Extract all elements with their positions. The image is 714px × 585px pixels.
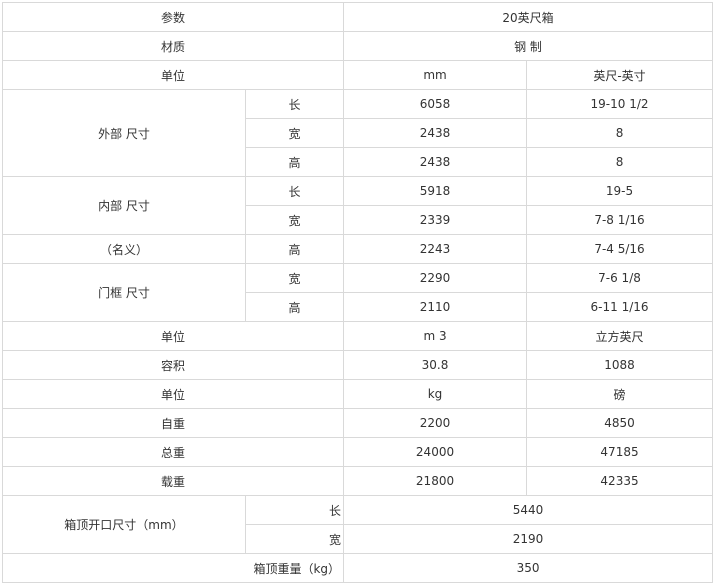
material-label: 材质 [1, 31, 345, 61]
metric-cell: 6058 [343, 89, 528, 119]
table-row: 外部 尺寸 长 6058 19-10 1/2 [2, 89, 714, 177]
metric-cell: 2290 [343, 263, 528, 293]
imperial-cell: 8 [526, 118, 714, 148]
imperial-cell: 7-6 1/8 [526, 263, 714, 293]
dimension-cell: 高 [244, 234, 345, 264]
metric-cell: 2438 [343, 147, 528, 177]
roof-opening-label: 箱顶开口尺寸（mm） [2, 495, 246, 554]
tare-label: 自重 [1, 408, 345, 438]
dimension-cell: 宽 [244, 205, 345, 235]
internal-nominal-note: （名义） [2, 234, 246, 264]
volume-label: 容积 [1, 350, 345, 380]
imperial-cell: 4850 [526, 408, 714, 438]
table-row: 单位 m 3 立方英尺 [1, 321, 714, 351]
table-row: 参数 20英尺箱 [1, 2, 714, 32]
volume-unit-label: 单位 [1, 321, 345, 351]
table-row: 箱顶重量（kg） 350 [1, 553, 714, 583]
dimension-cell: 高 [244, 292, 345, 322]
metric-cell: 2110 [343, 292, 528, 322]
metric-cell: 24000 [343, 437, 528, 467]
header-param-cell: 参数 [1, 2, 345, 32]
unit-imperial: 英尺-英寸 [526, 60, 714, 90]
metric-cell: 2339 [343, 205, 528, 235]
table-row: 材质 钢 制 [1, 31, 714, 61]
unit-metric: mm [343, 60, 528, 90]
material-value: 钢 制 [343, 31, 714, 61]
table-row: 门框 尺寸 宽 2290 7-6 1/8 [2, 263, 714, 322]
metric-cell: 5918 [343, 176, 528, 206]
imperial-cell: 1088 [526, 350, 714, 380]
imperial-cell: 7-4 5/16 [526, 234, 714, 264]
header-container-cell: 20英尺箱 [343, 2, 714, 32]
table-row: （名义） 高 2243 7-4 5/16 [2, 234, 714, 264]
metric-cell: kg [343, 379, 528, 409]
internal-size-label: 内部 尺寸 [2, 176, 246, 235]
table-row: 单位 kg 磅 [1, 379, 714, 409]
dimension-cell: 长 [244, 176, 345, 206]
roof-opening-value: 5440 [343, 495, 714, 525]
metric-cell: 30.8 [343, 350, 528, 380]
table-row: 总重 24000 47185 [1, 437, 714, 467]
dimension-cell: 宽 [244, 263, 345, 293]
weight-unit-label: 单位 [1, 379, 345, 409]
table-row: 容积 30.8 1088 [1, 350, 714, 380]
metric-cell: 21800 [343, 466, 528, 496]
imperial-cell: 19-5 [526, 176, 714, 206]
gross-label: 总重 [1, 437, 345, 467]
imperial-cell: 磅 [526, 379, 714, 409]
container-spec-table: 参数 20英尺箱 材质 钢 制 单位 mm 英尺-英寸 外部 尺寸 长 6058… [1, 2, 714, 583]
dimension-cell: 宽 [244, 118, 345, 148]
imperial-cell: 47185 [526, 437, 714, 467]
metric-cell: 2438 [343, 118, 528, 148]
roof-load-value: 350 [343, 553, 714, 583]
imperial-cell: 8 [526, 147, 714, 177]
table-row: 载重 21800 42335 [1, 466, 714, 496]
external-size-label: 外部 尺寸 [2, 89, 246, 177]
dimension-cell: 高 [244, 147, 345, 177]
door-size-label: 门框 尺寸 [2, 263, 246, 322]
imperial-cell: 6-11 1/16 [526, 292, 714, 322]
payload-label: 载重 [1, 466, 345, 496]
dimension-cell: 宽 [244, 524, 345, 554]
imperial-cell: 19-10 1/2 [526, 89, 714, 119]
metric-cell: 2200 [343, 408, 528, 438]
metric-cell: 2243 [343, 234, 528, 264]
imperial-cell: 42335 [526, 466, 714, 496]
imperial-cell: 7-8 1/16 [526, 205, 714, 235]
roof-load-label: 箱顶重量（kg） [1, 553, 345, 583]
metric-cell: m 3 [343, 321, 528, 351]
dimension-cell: 长 [244, 89, 345, 119]
table-row: 内部 尺寸 长 5918 19-5 [2, 176, 714, 235]
table-row: 单位 mm 英尺-英寸 [1, 60, 714, 90]
table-row: 箱顶开口尺寸（mm） 长 5440 [2, 495, 714, 554]
imperial-cell: 立方英尺 [526, 321, 714, 351]
unit-label: 单位 [1, 60, 345, 90]
dimension-cell: 长 [244, 495, 345, 525]
roof-opening-value: 2190 [343, 524, 714, 554]
table-row: 自重 2200 4850 [1, 408, 714, 438]
